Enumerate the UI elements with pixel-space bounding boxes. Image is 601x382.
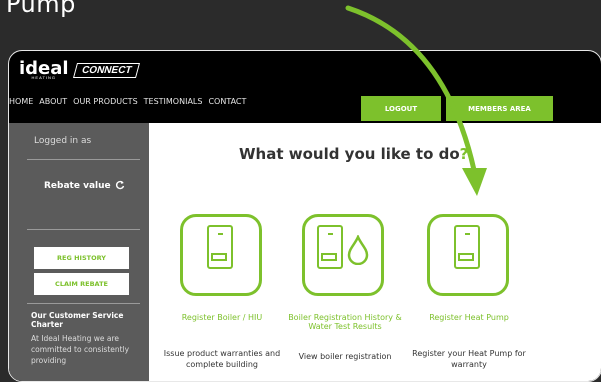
sidebar: Logged in as Rebate value REG HISTORY CL… bbox=[9, 123, 149, 381]
register-boiler-card[interactable] bbox=[180, 214, 262, 296]
logo[interactable]: ideal HEATING CONNECT bbox=[19, 60, 141, 80]
main-content: What would you like to do? Register Boil… bbox=[149, 123, 601, 381]
logout-button[interactable]: LOGOUT bbox=[361, 96, 441, 121]
logged-in-label: Logged in as bbox=[34, 136, 92, 146]
nav-testimonials[interactable]: TESTIMONIALS bbox=[144, 97, 203, 106]
connect-badge: CONNECT bbox=[72, 63, 141, 78]
register-heat-pump-card[interactable] bbox=[427, 214, 509, 296]
water-drop-icon bbox=[347, 235, 369, 265]
members-area-button[interactable]: MEMBERS AREA bbox=[446, 96, 553, 121]
reg-history-button[interactable]: REG HISTORY bbox=[34, 247, 129, 269]
nav-contact[interactable]: CONTACT bbox=[208, 97, 246, 106]
charter-title: Our Customer Service Charter bbox=[31, 311, 124, 329]
heat-pump-icon bbox=[454, 225, 480, 269]
charter-text: At Ideal Heating we are committed to con… bbox=[31, 334, 130, 365]
page-heading: Pump bbox=[6, 0, 76, 18]
boiler-water-icon bbox=[317, 225, 343, 269]
browser-frame: ideal HEATING CONNECT HOME ABOUT OUR PRO… bbox=[8, 50, 601, 382]
top-nav: HOME ABOUT OUR PRODUCTS TESTIMONIALS CON… bbox=[9, 97, 246, 106]
sidebar-divider bbox=[27, 159, 140, 160]
boiler-icon bbox=[207, 225, 233, 269]
card-desc: View boiler registration bbox=[298, 352, 392, 361]
nav-our-products[interactable]: OUR PRODUCTS bbox=[73, 97, 138, 106]
nav-about[interactable]: ABOUT bbox=[39, 97, 67, 106]
nav-home[interactable]: HOME bbox=[9, 97, 33, 106]
card-desc: Register your Heat Pump for warranty bbox=[412, 349, 526, 369]
sidebar-divider bbox=[27, 229, 140, 230]
card-label[interactable]: Register Boiler / HIU bbox=[162, 313, 282, 322]
boiler-history-card[interactable] bbox=[302, 214, 384, 296]
card-label[interactable]: Boiler Registration History & Water Test… bbox=[285, 313, 405, 331]
card-desc: Issue product warranties and complete bu… bbox=[163, 349, 281, 369]
sidebar-divider bbox=[27, 303, 140, 304]
rebate-value-label: Rebate value bbox=[44, 181, 111, 191]
card-label[interactable]: Register Heat Pump bbox=[409, 313, 529, 322]
claim-rebate-button[interactable]: CLAIM REBATE bbox=[34, 273, 129, 295]
page-title: What would you like to do? bbox=[239, 145, 469, 163]
refresh-icon[interactable] bbox=[115, 180, 125, 190]
